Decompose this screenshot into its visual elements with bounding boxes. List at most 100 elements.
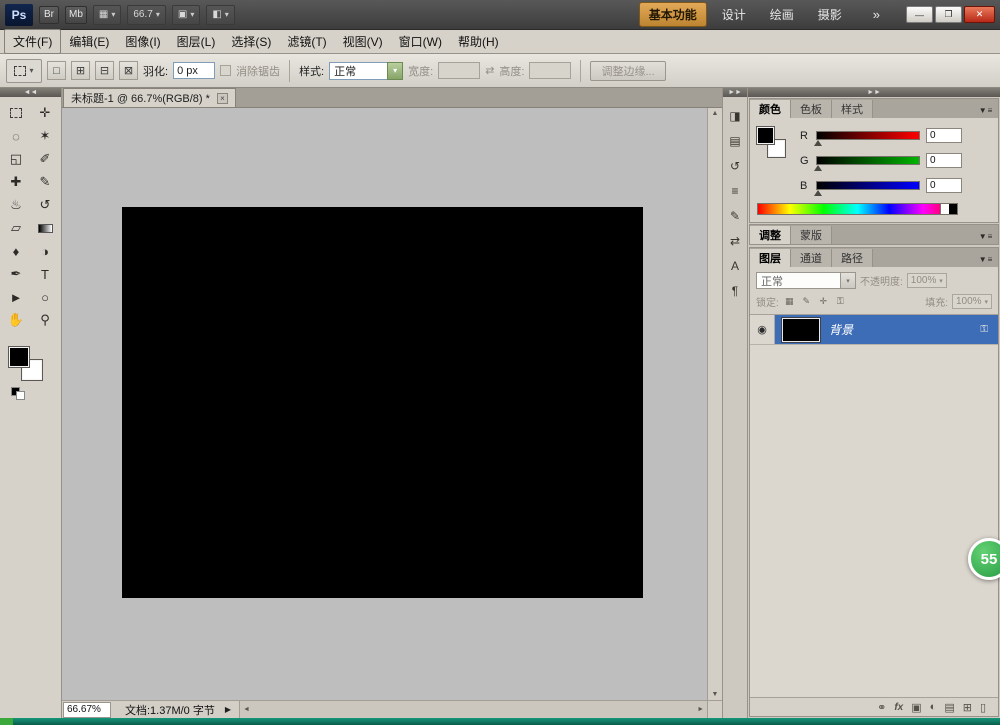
menu-filter[interactable]: 滤镜(T): [279, 30, 334, 53]
color-spectrum-ramp[interactable]: [757, 203, 958, 215]
history-panel-icon[interactable]: ↺: [725, 157, 745, 175]
tab-layers[interactable]: 图层: [750, 249, 791, 267]
width-input[interactable]: [438, 62, 480, 79]
strip-expand-button[interactable]: ►►: [723, 88, 747, 97]
workspace-basic-button[interactable]: 基本功能: [639, 2, 707, 27]
blue-value-input[interactable]: 0: [926, 178, 962, 193]
new-selection-button[interactable]: □: [47, 61, 66, 80]
foreground-color-swatch[interactable]: [757, 127, 774, 144]
tab-adjustments[interactable]: 调整: [750, 226, 791, 244]
slider-thumb[interactable]: [814, 140, 822, 146]
status-flyout-button[interactable]: ▶: [225, 705, 231, 714]
character-panel-icon[interactable]: A: [725, 257, 745, 275]
tools-panel-collapse-button[interactable]: ◄◄: [0, 88, 61, 97]
scroll-up-icon[interactable]: ▲: [712, 110, 719, 117]
blend-mode-select[interactable]: 正常 ▾: [756, 272, 856, 289]
intersect-selection-button[interactable]: ⊠: [119, 61, 138, 80]
tool-rectangular-marquee[interactable]: [3, 102, 29, 124]
link-dimensions-icon[interactable]: ⇄: [485, 64, 494, 77]
scroll-down-icon[interactable]: ▼: [712, 691, 719, 698]
tool-hand[interactable]: ✋: [3, 309, 29, 331]
menu-window[interactable]: 窗口(W): [391, 30, 450, 53]
panel-menu-icon[interactable]: ▼≡: [974, 252, 998, 267]
close-icon[interactable]: ×: [217, 93, 228, 104]
menu-file[interactable]: 文件(F): [4, 29, 61, 54]
screen-mode-button[interactable]: ◧ ▾: [206, 5, 234, 25]
tab-paths[interactable]: 路径: [832, 249, 873, 267]
layer-mask-icon[interactable]: ▣: [911, 701, 921, 714]
green-slider[interactable]: [816, 156, 920, 165]
panel-menu-icon[interactable]: ▼≡: [974, 229, 998, 244]
close-button[interactable]: ✕: [964, 6, 995, 23]
new-layer-icon[interactable]: ⊞: [963, 701, 972, 714]
foreground-color-swatch[interactable]: [9, 347, 29, 367]
scroll-right-icon[interactable]: ►: [697, 706, 704, 713]
view-extras-button[interactable]: ▦ ▾: [93, 5, 121, 25]
layer-visibility-toggle[interactable]: ◉: [750, 315, 775, 344]
layer-group-icon[interactable]: ▤: [944, 701, 954, 714]
actions-panel-icon[interactable]: ≡: [725, 182, 745, 200]
layer-row-selected[interactable]: 背景 ⚿: [775, 315, 998, 344]
tool-zoom[interactable]: ⚲: [32, 309, 58, 331]
tab-swatches[interactable]: 色板: [791, 100, 832, 118]
green-value-input[interactable]: 0: [926, 153, 962, 168]
tool-eraser[interactable]: ▱: [3, 217, 29, 239]
vertical-scrollbar[interactable]: ▲ ▼: [707, 108, 722, 700]
document-tab[interactable]: 未标题-1 @ 66.7%(RGB/8) * ×: [63, 88, 236, 107]
tool-type[interactable]: T: [32, 263, 58, 285]
delete-layer-icon[interactable]: ▯: [980, 701, 986, 714]
antialias-checkbox[interactable]: [220, 65, 231, 76]
tab-styles[interactable]: 样式: [832, 100, 873, 118]
zoom-percent-input[interactable]: 66.67%: [63, 702, 111, 718]
menu-image[interactable]: 图像(I): [117, 30, 168, 53]
tool-gradient[interactable]: [32, 217, 58, 239]
tab-masks[interactable]: 蒙版: [791, 226, 832, 244]
clone-source-panel-icon[interactable]: ⇄: [725, 232, 745, 250]
layer-thumbnail[interactable]: [782, 318, 820, 342]
workspace-photography-button[interactable]: 摄影: [809, 3, 851, 26]
slider-thumb[interactable]: [814, 190, 822, 196]
layer-row-background[interactable]: ◉ 背景 ⚿: [750, 315, 998, 345]
horizontal-scrollbar[interactable]: ◄ ►: [239, 701, 707, 718]
tool-blur[interactable]: ♦: [3, 240, 29, 262]
mobile-button[interactable]: Mb: [65, 6, 87, 24]
layer-style-icon[interactable]: fx: [894, 702, 903, 713]
link-layers-icon[interactable]: ⚭: [877, 701, 886, 714]
tool-crop[interactable]: ◱: [3, 148, 29, 170]
arrange-documents-button[interactable]: ▣ ▾: [172, 5, 200, 25]
tool-lasso[interactable]: ◌: [3, 125, 29, 147]
lock-transparency-icon[interactable]: ▦: [783, 296, 796, 307]
current-tool-preset-button[interactable]: ▾: [6, 59, 42, 83]
dock-collapse-button[interactable]: ►►: [748, 88, 1000, 97]
minimize-button[interactable]: —: [906, 6, 933, 23]
lock-pixels-icon[interactable]: ✎: [800, 296, 813, 307]
tool-healing-brush[interactable]: ✚: [3, 171, 29, 193]
feather-input[interactable]: 0 px: [173, 62, 215, 79]
default-colors-button[interactable]: [11, 387, 27, 401]
tool-brush[interactable]: ✎: [32, 171, 58, 193]
histogram-panel-icon[interactable]: ▤: [725, 132, 745, 150]
workspace-design-button[interactable]: 设计: [713, 3, 755, 26]
tool-pen[interactable]: ✒: [3, 263, 29, 285]
red-slider[interactable]: [816, 131, 920, 140]
tool-path-selection[interactable]: ►: [3, 286, 29, 308]
add-to-selection-button[interactable]: ⊞: [71, 61, 90, 80]
tool-move[interactable]: ✛: [32, 102, 58, 124]
brushes-panel-icon[interactable]: ✎: [725, 207, 745, 225]
lock-position-icon[interactable]: ✛: [817, 296, 830, 307]
tab-channels[interactable]: 通道: [791, 249, 832, 267]
tool-ellipse[interactable]: ○: [32, 286, 58, 308]
canvas-image[interactable]: [122, 207, 643, 598]
opacity-input[interactable]: 100% ▾: [907, 273, 947, 288]
workspace-painting-button[interactable]: 绘画: [761, 3, 803, 26]
canvas-area[interactable]: ▲ ▼: [62, 108, 722, 700]
slider-thumb[interactable]: [814, 165, 822, 171]
blue-slider[interactable]: [816, 181, 920, 190]
tool-magic-wand[interactable]: ✶: [32, 125, 58, 147]
tool-dodge[interactable]: ◑: [32, 240, 58, 262]
style-select[interactable]: 正常 ▾: [329, 62, 403, 80]
menu-help[interactable]: 帮助(H): [450, 30, 507, 53]
tool-clone-stamp[interactable]: ♨: [3, 194, 29, 216]
tab-color[interactable]: 颜色: [750, 100, 791, 118]
tool-history-brush[interactable]: ↺: [32, 194, 58, 216]
